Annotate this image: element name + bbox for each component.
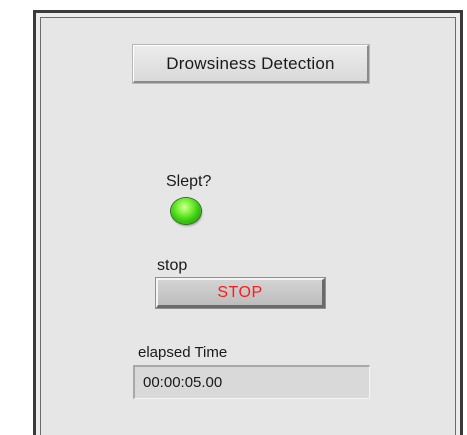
slept-led-indicator: [171, 198, 201, 224]
elapsed-time-label: elapsed Time: [138, 344, 228, 361]
stop-button[interactable]: STOP: [156, 278, 325, 308]
front-panel-window: Drowsiness Detection Slept? stop STOP el…: [0, 0, 467, 435]
elapsed-time-display: 00:00:05.00: [133, 365, 370, 399]
stop-control-label: stop: [157, 257, 188, 274]
slept-indicator-label: Slept?: [166, 173, 212, 190]
panel-title: Drowsiness Detection: [133, 45, 369, 83]
